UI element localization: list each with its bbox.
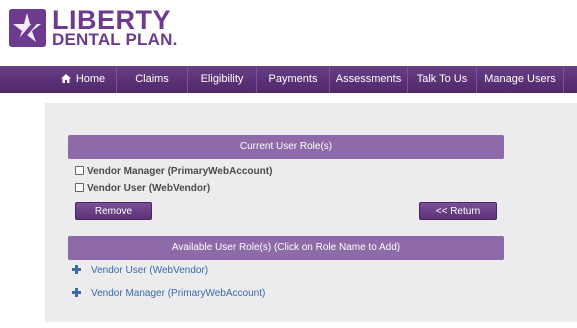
nav-payments[interactable]: Payments — [257, 66, 329, 93]
current-roles-header: Current User Role(s) — [68, 135, 504, 159]
current-role-item[interactable]: Vendor Manager (PrimaryWebAccount) — [75, 165, 272, 179]
nav-eligibility[interactable]: Eligibility — [188, 66, 256, 93]
current-role-label: Vendor User (WebVendor) — [87, 183, 211, 194]
role-checkbox[interactable] — [75, 166, 84, 175]
nav-home[interactable]: Home — [50, 66, 116, 93]
logo-line-2: DENTAL PLAN. — [52, 30, 178, 49]
home-icon — [60, 74, 71, 83]
available-role-link[interactable]: Vendor User (WebVendor) — [72, 264, 208, 278]
liberty-star-icon — [9, 9, 46, 47]
current-role-item[interactable]: Vendor User (WebVendor) — [75, 182, 210, 196]
plus-icon — [72, 288, 81, 297]
remove-button[interactable]: Remove — [75, 202, 152, 220]
nav-manage-users[interactable]: Manage Users — [477, 66, 563, 93]
nav-assessments[interactable]: Assessments — [330, 66, 407, 93]
nav-claims[interactable]: Claims — [117, 66, 187, 93]
nav-home-label: Home — [75, 73, 106, 85]
role-checkbox[interactable] — [75, 183, 84, 192]
nav-talk-to-us[interactable]: Talk To Us — [408, 66, 476, 93]
available-roles-header: Available User Role(s) (Click on Role Na… — [68, 236, 504, 260]
main-nav: Home Claims Eligibility Payments Assessm… — [0, 66, 577, 93]
return-button[interactable]: << Return — [419, 202, 497, 220]
available-role-label[interactable]: Vendor Manager (PrimaryWebAccount) — [91, 288, 265, 299]
current-role-label: Vendor Manager (PrimaryWebAccount) — [87, 166, 273, 177]
site-header: LIBERTY DENTAL PLAN. — [0, 0, 577, 64]
available-role-label[interactable]: Vendor User (WebVendor) — [91, 265, 208, 276]
available-role-link[interactable]: Vendor Manager (PrimaryWebAccount) — [72, 287, 265, 301]
plus-icon — [72, 265, 81, 274]
